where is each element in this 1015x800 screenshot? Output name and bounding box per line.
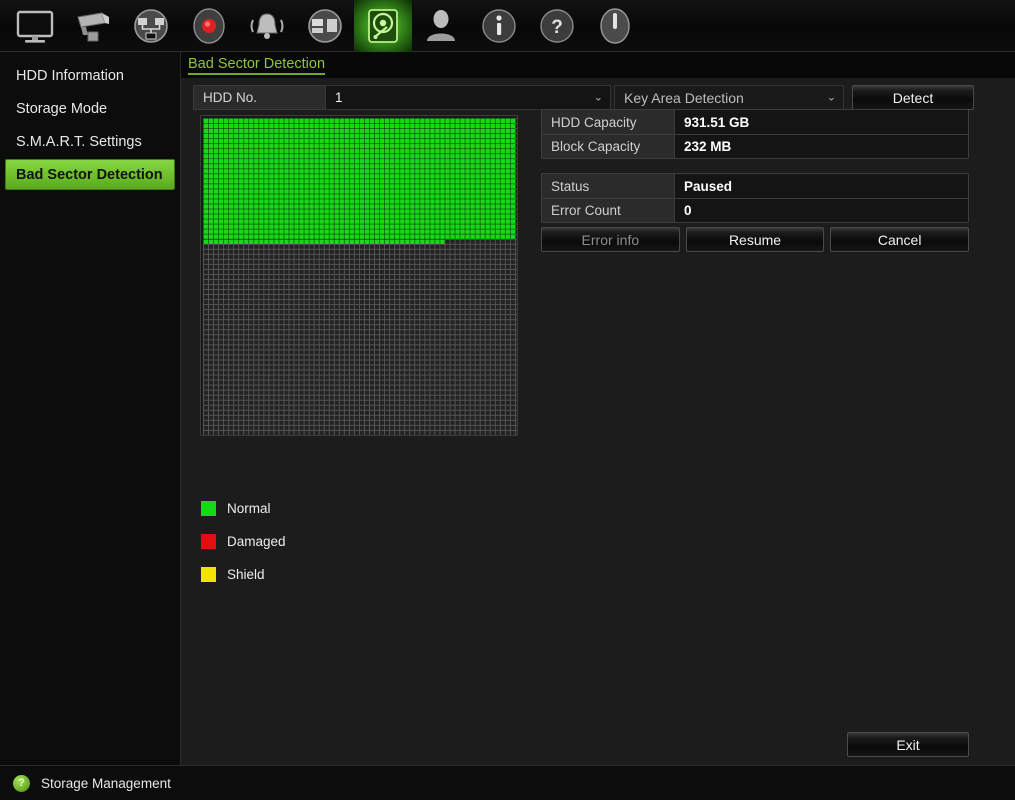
sidebar-item-storage-mode[interactable]: Storage Mode (5, 93, 175, 124)
legend-swatch-shield (201, 567, 216, 582)
sidebar-item-bad-sector-detection[interactable]: Bad Sector Detection (5, 159, 175, 190)
hdd-no-select[interactable]: 1 ⌄ (326, 85, 611, 110)
detect-button[interactable]: Detect (852, 85, 974, 110)
sidebar: HDD Information Storage Mode S.M.A.R.T. … (0, 52, 181, 765)
hdd-icon (368, 8, 398, 43)
storage-management-window: ? HDD Information Storage Mode S.M.A.R.T… (0, 0, 1015, 800)
monitor-icon (16, 10, 54, 43)
chevron-down-icon: ⌄ (593, 91, 603, 103)
toolbar-item-storage[interactable] (354, 0, 412, 52)
camera-icon (77, 11, 109, 41)
main-toolbar: ? (0, 0, 1015, 52)
hdd-no-label: HDD No. (193, 85, 326, 110)
help-question-icon: ? (540, 8, 574, 43)
toolbar-item-network[interactable] (122, 0, 180, 52)
legend-swatch-damaged (201, 534, 216, 549)
sidebar-item-label: S.M.A.R.T. Settings (16, 133, 142, 150)
svg-text:?: ? (551, 17, 563, 38)
status-value: Paused (675, 174, 968, 198)
scanned-region-partial-row (203, 238, 445, 244)
toolbar-item-record[interactable] (180, 0, 238, 52)
legend-swatch-normal (201, 501, 216, 516)
sidebar-item-label: Storage Mode (16, 100, 108, 117)
resume-button[interactable]: Resume (685, 227, 825, 252)
toolbar-item-camera[interactable] (64, 0, 122, 52)
user-icon (427, 9, 455, 41)
block-capacity-value: 232 MB (675, 135, 968, 158)
toolbar-item-alarm[interactable] (238, 0, 296, 52)
page-title-bar: Bad Sector Detection (181, 52, 1015, 78)
toolbar-item-user[interactable] (412, 0, 470, 52)
sector-grid[interactable] (203, 118, 517, 435)
sidebar-item-smart-settings[interactable]: S.M.A.R.T. Settings (5, 126, 175, 157)
legend-item-normal: Normal (201, 492, 286, 525)
table-row: HDD Capacity 931.51 GB (542, 110, 968, 134)
exit-button[interactable]: Exit (847, 732, 969, 757)
toolbar-item-live-view[interactable] (6, 0, 64, 52)
legend-label: Damaged (227, 534, 286, 549)
status-table: Status Paused Error Count 0 (541, 173, 969, 223)
network-icon (134, 8, 168, 43)
status-bar-text: Storage Management (41, 775, 171, 791)
toolbar-item-device[interactable] (296, 0, 354, 52)
error-count-value: 0 (675, 199, 968, 222)
sidebar-item-label: HDD Information (16, 67, 124, 84)
status-bar: ? Storage Management (0, 765, 1015, 800)
help-question-icon[interactable]: ? (13, 774, 30, 792)
device-panel-icon (308, 8, 342, 43)
cancel-button[interactable]: Cancel (830, 227, 970, 252)
page-title: Bad Sector Detection (188, 56, 326, 75)
status-label: Status (542, 174, 675, 198)
alarm-bell-icon (250, 12, 284, 39)
detection-controls-row: HDD No. 1 ⌄ Key Area Detection ⌄ Detect (193, 85, 1003, 110)
content-panel: Bad Sector Detection HDD No. 1 ⌄ Key Are… (181, 52, 1015, 765)
power-icon (600, 7, 630, 44)
toolbar-item-help[interactable]: ? (528, 0, 586, 52)
legend-label: Normal (227, 501, 271, 516)
table-row: Error Count 0 (542, 198, 968, 222)
table-row: Status Paused (542, 174, 968, 198)
legend-item-damaged: Damaged (201, 525, 286, 558)
legend-item-shield: Shield (201, 558, 286, 591)
legend-label: Shield (227, 567, 265, 582)
action-buttons-row: Error info Resume Cancel (541, 227, 970, 252)
detect-type-value: Key Area Detection (624, 89, 744, 106)
info-icon (482, 8, 516, 43)
scanned-region-full-rows (203, 118, 516, 239)
table-row: Block Capacity 232 MB (542, 134, 968, 158)
toolbar-item-info[interactable] (470, 0, 528, 52)
hdd-no-value: 1 (335, 90, 343, 105)
capacity-table: HDD Capacity 931.51 GB Block Capacity 23… (541, 109, 969, 159)
sidebar-item-label: Bad Sector Detection (16, 166, 163, 183)
hdd-capacity-value: 931.51 GB (675, 110, 968, 134)
legend: Normal Damaged Shield (201, 492, 286, 591)
detect-type-select[interactable]: Key Area Detection ⌄ (614, 85, 844, 110)
record-icon (193, 7, 225, 44)
sidebar-item-hdd-information[interactable]: HDD Information (5, 60, 175, 91)
block-capacity-label: Block Capacity (542, 135, 675, 158)
error-info-button[interactable]: Error info (541, 227, 680, 252)
chevron-down-icon: ⌄ (826, 91, 836, 103)
error-count-label: Error Count (542, 199, 675, 222)
toolbar-item-shutdown[interactable] (586, 0, 644, 52)
hdd-capacity-label: HDD Capacity (542, 110, 675, 134)
sector-map[interactable] (200, 115, 518, 436)
